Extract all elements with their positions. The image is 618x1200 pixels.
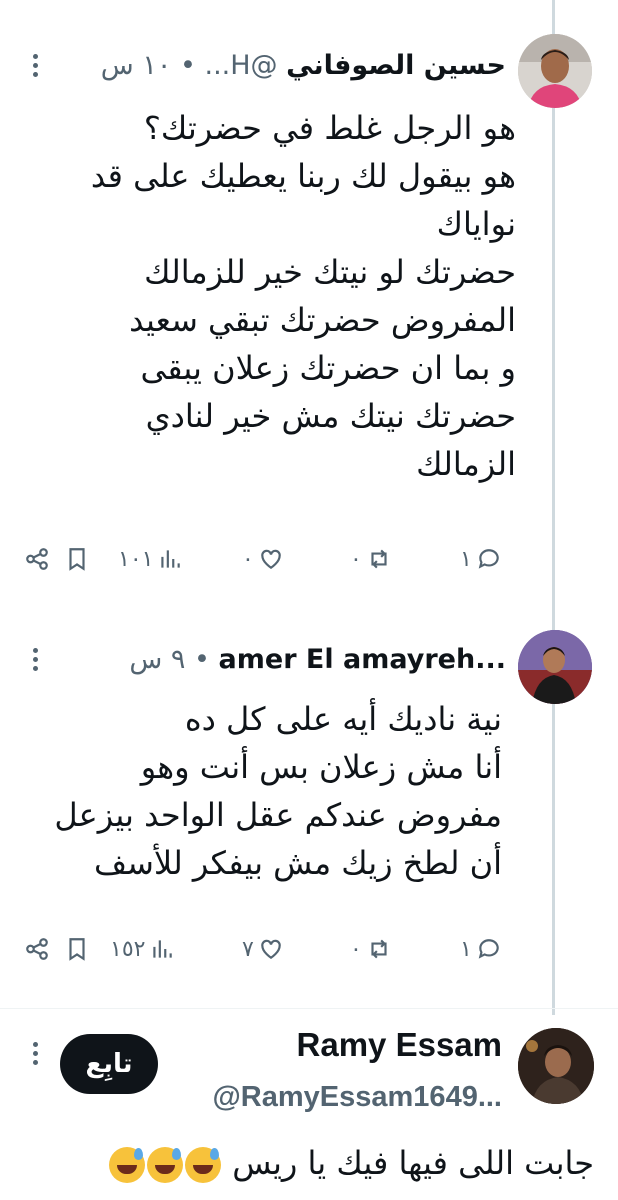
like-action[interactable]: ٧ (242, 936, 284, 962)
avatar[interactable] (518, 1028, 594, 1104)
grinning-sweat-emoji-icon (109, 1147, 146, 1183)
share-icon (26, 938, 48, 960)
views-count: ١٥٢ (110, 936, 146, 962)
thread-line (552, 0, 555, 1015)
like-count: ٠ (242, 546, 254, 572)
reply-icon (478, 549, 499, 569)
author-handle[interactable]: @RamyEssam1649... (213, 1078, 502, 1116)
tweet-time[interactable]: ١٠ س (101, 50, 172, 81)
reply-count: ١ (460, 936, 472, 962)
retweet-icon (371, 549, 387, 569)
share-icon (26, 548, 48, 570)
heart-icon (261, 549, 281, 569)
separator-dot: • (179, 50, 196, 81)
grinning-sweat-emoji-icon (147, 1147, 184, 1183)
views-action[interactable]: ١٠١ (118, 546, 183, 572)
retweet-count: ٠ (350, 936, 362, 962)
avatar[interactable] (518, 34, 592, 108)
heart-icon (261, 939, 281, 959)
bar-chart-icon (161, 550, 181, 568)
more-options-icon[interactable] (32, 1042, 38, 1065)
tweet-text: هو الرجل غلط في حضرتك؟ هو بيقول لك ربنا … (90, 109, 516, 483)
tweet-header: amer El amayreh... • ٩ س (129, 643, 506, 677)
reply-action[interactable]: ١ (460, 546, 502, 572)
retweet-count: ٠ (350, 546, 362, 572)
bookmark-icon (69, 548, 85, 571)
like-action[interactable]: ٠ (242, 546, 284, 572)
tweet-text-row: جابت اللى فيها فيك يا ريس (108, 1140, 594, 1186)
reply-icon (478, 939, 499, 959)
share-action[interactable] (24, 546, 50, 572)
tweet-header: حسين الصوفاني @H... • ١٠ س (101, 49, 506, 83)
bookmark-action[interactable] (64, 936, 90, 962)
retweet-action[interactable]: ٠ (350, 546, 392, 572)
author-handle[interactable]: @H... (204, 50, 277, 81)
bar-chart-icon (153, 940, 173, 958)
retweet-icon (371, 939, 387, 959)
avatar[interactable] (518, 630, 592, 704)
views-action[interactable]: ١٥٢ (110, 936, 175, 962)
more-options-icon[interactable] (32, 648, 38, 671)
tweet-divider (0, 1008, 618, 1009)
views-count: ١٠١ (118, 546, 154, 572)
author-name[interactable]: Ramy Essam (297, 1024, 502, 1066)
follow-button[interactable]: تابِع (60, 1034, 158, 1094)
bookmark-icon (69, 938, 85, 961)
tweet-time[interactable]: ٩ س (129, 644, 185, 675)
more-options-icon[interactable] (32, 54, 38, 77)
tweet-text: جابت اللى فيها فيك يا ريس (232, 1144, 594, 1182)
author-name[interactable]: حسين الصوفاني (286, 50, 506, 81)
author-name[interactable]: amer El amayreh... (219, 644, 506, 675)
retweet-action[interactable]: ٠ (350, 936, 392, 962)
bookmark-action[interactable] (64, 546, 90, 572)
separator-dot: • (194, 644, 210, 675)
tweet-text: نية ناديك أيه على كل ده أنا مش زعلان بس … (54, 700, 502, 882)
share-action[interactable] (24, 936, 50, 962)
grinning-sweat-emoji-icon (185, 1147, 222, 1183)
reply-action[interactable]: ١ (460, 936, 502, 962)
like-count: ٧ (242, 936, 254, 962)
reply-count: ١ (460, 546, 472, 572)
